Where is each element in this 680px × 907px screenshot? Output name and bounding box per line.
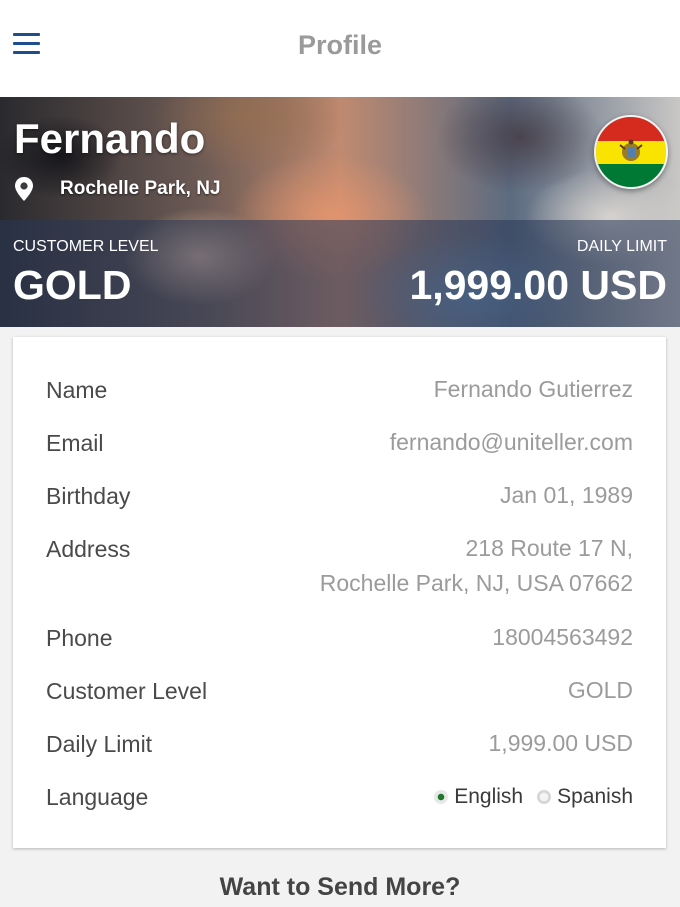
- birthday-label: Birthday: [46, 483, 131, 509]
- daily-limit-row-label: Daily Limit: [46, 731, 153, 757]
- send-more-heading: Want to Send More?: [219, 873, 461, 901]
- level-limit-band: CUSTOMER LEVEL GOLD DAILY LIMIT 1,999.00…: [0, 220, 680, 327]
- top-bar: Profile: [0, 0, 680, 97]
- phone-label: Phone: [46, 625, 113, 651]
- address-line-2: Rochelle Park, NJ, USA 07662: [319, 570, 633, 596]
- language-label: Language: [46, 784, 149, 810]
- daily-limit-value: 1,999.00 USD: [409, 262, 667, 308]
- email-value: fernando@uniteller.com: [389, 429, 633, 455]
- phone-value: 18004563492: [492, 624, 633, 650]
- page-title: Profile: [297, 30, 383, 60]
- profile-details-card: Name Fernando Gutierrez Email fernando@u…: [13, 337, 666, 848]
- english-radio[interactable]: [434, 790, 449, 804]
- name-value: Fernando Gutierrez: [433, 376, 633, 402]
- user-first-name: Fernando: [14, 115, 206, 162]
- customer-level-row-label: Customer Level: [46, 678, 208, 704]
- daily-limit-label: DAILY LIMIT: [576, 238, 667, 255]
- email-label: Email: [46, 430, 104, 456]
- profile-hero: Fernando Rochelle Park, NJ CUSTOMER LEVE…: [0, 97, 680, 327]
- spanish-radio[interactable]: [537, 790, 552, 804]
- customer-level-value: GOLD: [13, 262, 132, 308]
- name-label: Name: [46, 377, 108, 403]
- english-label: English: [454, 785, 524, 808]
- map-pin-icon: [15, 177, 33, 201]
- customer-level-label: CUSTOMER LEVEL: [13, 238, 159, 255]
- language-option-spanish[interactable]: Spanish: [537, 785, 633, 809]
- spanish-label: Spanish: [557, 785, 633, 808]
- language-option-english[interactable]: English: [434, 785, 523, 809]
- daily-limit-row-value: 1,999.00 USD: [488, 730, 633, 756]
- address-line-1: 218 Route 17 N,: [465, 535, 633, 561]
- customer-level-row-value: GOLD: [567, 677, 633, 703]
- birthday-value: Jan 01, 1989: [499, 482, 633, 508]
- language-radio-group: English Spanish: [434, 785, 633, 809]
- address-label: Address: [46, 536, 131, 562]
- user-location: Rochelle Park, NJ: [60, 178, 221, 199]
- bolivia-flag-icon: [594, 115, 668, 189]
